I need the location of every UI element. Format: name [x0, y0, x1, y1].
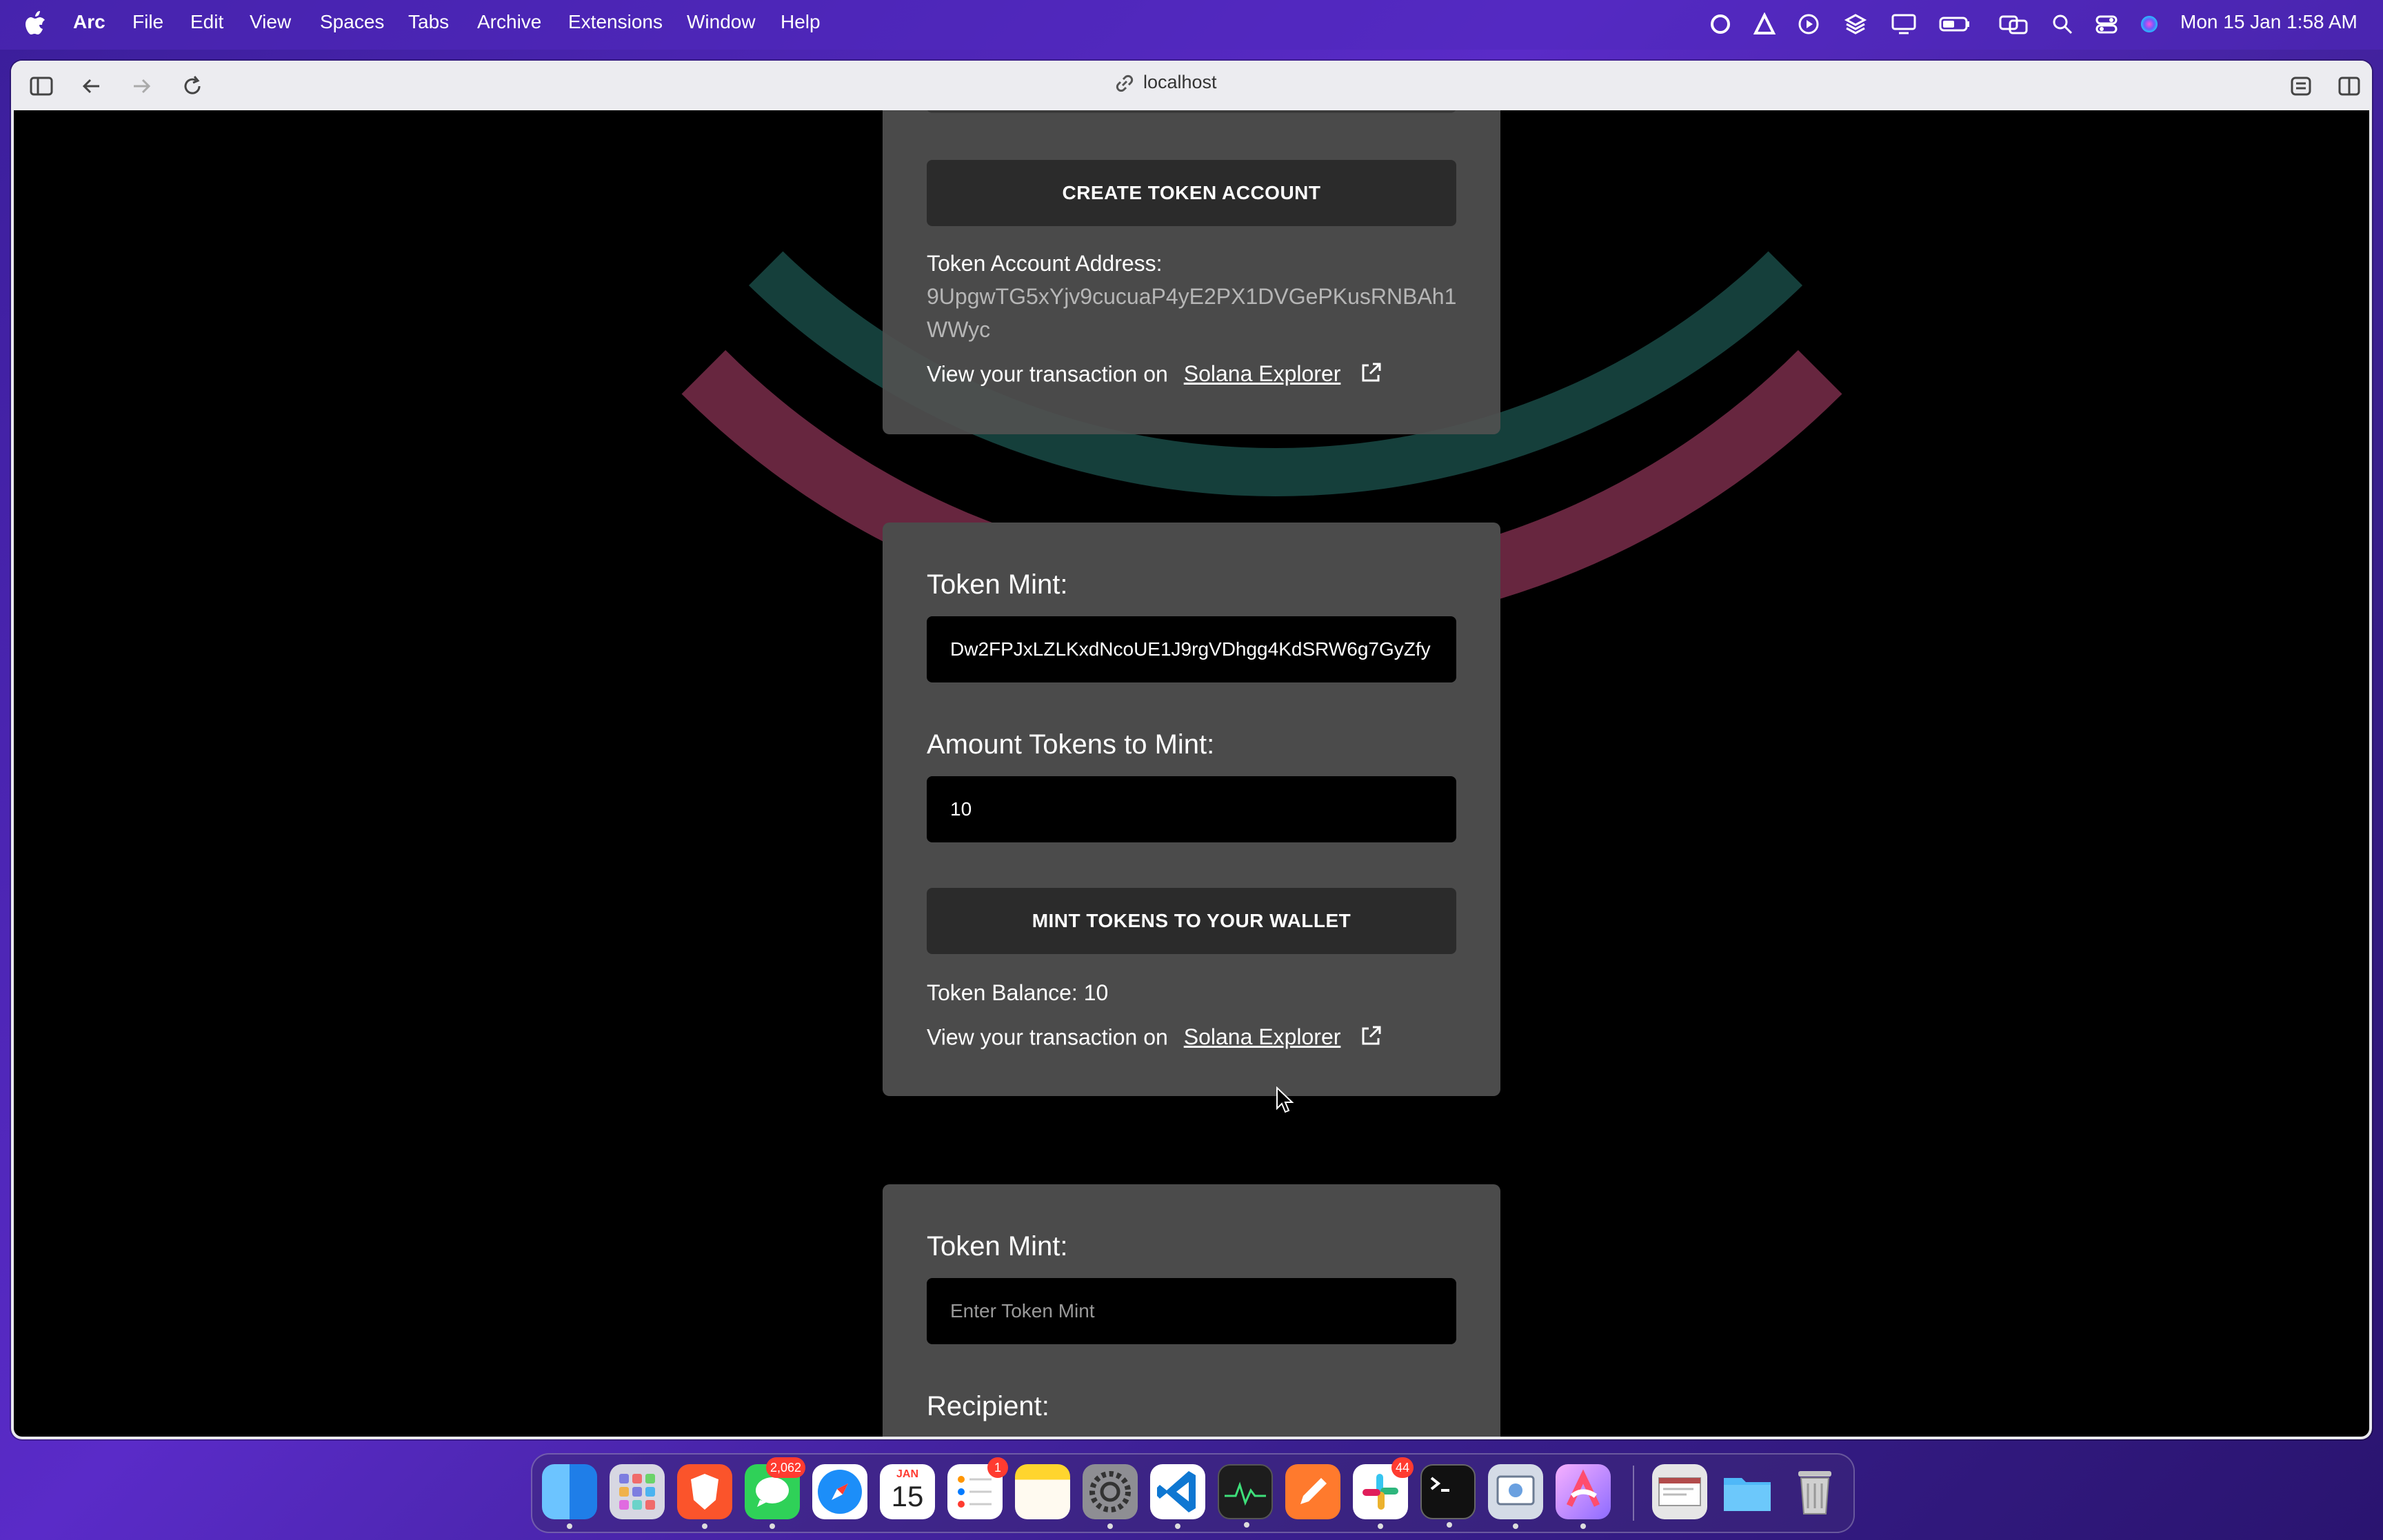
transfer-tokens-card: Token Mint: Enter Token Mint Recipient:: [883, 1184, 1500, 1437]
calendar-icon[interactable]: JAN 15: [880, 1464, 935, 1519]
menu-spaces[interactable]: Spaces: [320, 11, 384, 33]
menu-tabs[interactable]: Tabs: [408, 11, 449, 33]
token-account-address-label: Token Account Address:: [927, 251, 1163, 276]
create-token-account-button[interactable]: CREATE TOKEN ACCOUNT: [927, 160, 1456, 226]
solana-explorer-link[interactable]: Solana Explorer: [1184, 361, 1341, 386]
screenshot-icon[interactable]: [1652, 1464, 1707, 1519]
browser-toolbar: localhost: [11, 61, 2372, 110]
slack-icon[interactable]: 44: [1353, 1457, 1414, 1529]
mint-tokens-card: Token Mint: Dw2FPJxLZLKxdNcoUE1J9rgVDhgg…: [883, 523, 1500, 1096]
create-token-account-card: CREATE TOKEN ACCOUNT Token Account Addre…: [883, 110, 1500, 434]
play-circle-icon[interactable]: [1797, 12, 1820, 36]
calendar-month: JAN: [896, 1468, 918, 1480]
brave-icon[interactable]: [677, 1464, 732, 1529]
transaction-prefix: View your transaction on: [927, 361, 1168, 387]
running-indicator: [1244, 1522, 1249, 1528]
forward-arrow-icon[interactable]: [130, 74, 153, 98]
reminders-icon[interactable]: 1: [947, 1457, 1008, 1519]
system-settings-icon[interactable]: [1083, 1464, 1138, 1529]
arc-icon[interactable]: [1556, 1464, 1611, 1529]
slack-badge: 44: [1391, 1457, 1414, 1478]
dock: 2,062 JAN 15 1 44: [531, 1453, 1855, 1533]
siri-icon[interactable]: [2138, 12, 2161, 36]
creative-cloud-icon[interactable]: [1709, 12, 1732, 36]
amount-label: Amount Tokens to Mint:: [927, 729, 1215, 760]
folder-icon[interactable]: [1720, 1464, 1775, 1519]
menu-view[interactable]: View: [250, 11, 291, 33]
screen-mirroring-icon[interactable]: [1998, 12, 2028, 36]
battery-icon: [1939, 12, 1969, 36]
back-arrow-icon[interactable]: [80, 74, 103, 98]
notes-icon[interactable]: [1015, 1464, 1070, 1519]
address-text: localhost: [1143, 72, 1217, 92]
calendar-day: 15: [891, 1480, 924, 1512]
running-indicator: [1513, 1523, 1518, 1529]
menu-help[interactable]: Help: [781, 11, 821, 33]
page-viewport: CREATE TOKEN ACCOUNT Token Account Addre…: [14, 110, 2369, 1437]
reload-icon[interactable]: [181, 74, 204, 98]
pen-app-icon[interactable]: [1285, 1464, 1340, 1519]
split-view-icon[interactable]: [2337, 74, 2361, 98]
transaction-row: View your transaction on Solana Explorer: [927, 361, 1382, 390]
amount-input[interactable]: 10: [927, 776, 1456, 842]
running-indicator: [1580, 1523, 1586, 1529]
autodesk-icon[interactable]: [1753, 12, 1776, 36]
menu-app-name[interactable]: Arc: [73, 11, 105, 33]
running-indicator: [702, 1523, 707, 1529]
activity-monitor-icon[interactable]: [1218, 1464, 1273, 1528]
token-mint-input[interactable]: Enter Token Mint: [927, 1278, 1456, 1344]
control-center-icon[interactable]: [2095, 12, 2118, 36]
messages-badge: 2,062: [765, 1457, 805, 1478]
token-mint-input[interactable]: Dw2FPJxLZLKxdNcoUE1J9rgVDhgg4KdSRW6g7GyZ…: [927, 616, 1456, 682]
running-indicator: [770, 1523, 775, 1529]
browser-window: localhost CREATE TOKEN ACCOUNT Token Acc…: [11, 61, 2372, 1439]
menubar-datetime[interactable]: Mon 15 Jan 1:58 AM: [2180, 11, 2357, 33]
address-bar[interactable]: localhost: [1114, 72, 1217, 99]
running-indicator: [567, 1523, 572, 1529]
apple-logo-icon[interactable]: [23, 11, 47, 34]
menu-file[interactable]: File: [132, 11, 163, 33]
dock-divider: [1633, 1466, 1634, 1521]
menu-archive[interactable]: Archive: [477, 11, 541, 33]
terminal-icon[interactable]: [1420, 1464, 1476, 1528]
link-icon: [1116, 74, 1134, 92]
running-indicator: [1107, 1523, 1113, 1529]
solana-explorer-link[interactable]: Solana Explorer: [1184, 1024, 1341, 1049]
running-indicator: [1378, 1523, 1383, 1529]
menu-extensions[interactable]: Extensions: [568, 11, 663, 33]
mint-tokens-button[interactable]: MINT TOKENS TO YOUR WALLET: [927, 888, 1456, 954]
display-icon[interactable]: [1891, 12, 1916, 36]
token-mint-label: Token Mint:: [927, 1231, 1068, 1262]
menu-bar: Arc File Edit View Spaces Tabs Archive E…: [0, 0, 2383, 50]
safari-icon[interactable]: [812, 1464, 867, 1519]
token-account-address-line2: WWyc: [927, 317, 991, 342]
external-link-icon[interactable]: [1359, 1024, 1382, 1053]
menu-edit[interactable]: Edit: [190, 11, 223, 33]
stack-icon[interactable]: [1844, 12, 1867, 36]
running-indicator: [1447, 1522, 1452, 1528]
running-indicator: [1175, 1523, 1180, 1529]
token-account-address-line1: 9UpgwTG5xYjv9cucuaP4yE2PX1DVGePKusRNBAh1: [927, 284, 1457, 309]
recipient-label: Recipient:: [927, 1391, 1049, 1421]
trash-icon[interactable]: [1787, 1464, 1842, 1519]
search-icon[interactable]: [2051, 12, 2074, 36]
reminders-badge: 1: [987, 1457, 1008, 1478]
messages-icon[interactable]: 2,062: [745, 1457, 805, 1529]
preview-icon[interactable]: [1488, 1464, 1543, 1529]
site-controls-icon[interactable]: [2289, 74, 2313, 98]
token-balance-text: Token Balance: 10: [927, 980, 1109, 1005]
transaction-prefix: View your transaction on: [927, 1024, 1168, 1050]
sidebar-toggle-icon[interactable]: [29, 74, 53, 98]
token-mint-label: Token Mint:: [927, 569, 1068, 600]
vscode-icon[interactable]: [1150, 1464, 1205, 1529]
finder-icon[interactable]: [542, 1464, 597, 1529]
mouse-cursor-icon: [1276, 1086, 1295, 1117]
transaction-row: View your transaction on Solana Explorer: [927, 1024, 1382, 1053]
menu-window[interactable]: Window: [687, 11, 756, 33]
launchpad-icon[interactable]: [610, 1464, 665, 1519]
previous-input-field[interactable]: [927, 110, 1456, 113]
external-link-icon[interactable]: [1359, 361, 1382, 390]
